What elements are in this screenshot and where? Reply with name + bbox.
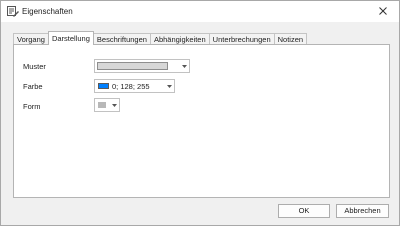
chevron-down-icon[interactable] <box>164 80 174 92</box>
chevron-down-icon[interactable] <box>179 60 189 72</box>
title-bar: Eigenschaften <box>1 1 399 22</box>
farbe-label: Farbe <box>23 82 43 91</box>
properties-dialog: Eigenschaften Vorgang Darstellung Beschr… <box>0 0 400 226</box>
properties-icon <box>7 6 19 17</box>
farbe-dropdown[interactable]: 0; 128; 255 <box>94 79 175 93</box>
farbe-value: 0; 128; 255 <box>112 82 150 91</box>
close-icon[interactable] <box>379 7 387 15</box>
shape-swatch <box>98 102 106 108</box>
pattern-swatch <box>97 62 168 70</box>
form-label: Form <box>23 102 41 111</box>
darstellung-panel: Muster Farbe 0; 128; 255 Form <box>13 44 390 198</box>
muster-label: Muster <box>23 62 46 71</box>
tab-strip: Vorgang Darstellung Beschriftungen Abhän… <box>13 31 308 45</box>
form-dropdown[interactable] <box>94 98 120 112</box>
close-button[interactable] <box>373 3 393 19</box>
tab-darstellung[interactable]: Darstellung <box>47 31 94 45</box>
cancel-button[interactable]: Abbrechen <box>336 204 389 218</box>
chevron-down-icon[interactable] <box>109 99 119 111</box>
muster-dropdown[interactable] <box>94 59 190 73</box>
ok-button[interactable]: OK <box>278 204 330 218</box>
window-title: Eigenschaften <box>22 7 73 16</box>
color-swatch <box>98 83 109 89</box>
